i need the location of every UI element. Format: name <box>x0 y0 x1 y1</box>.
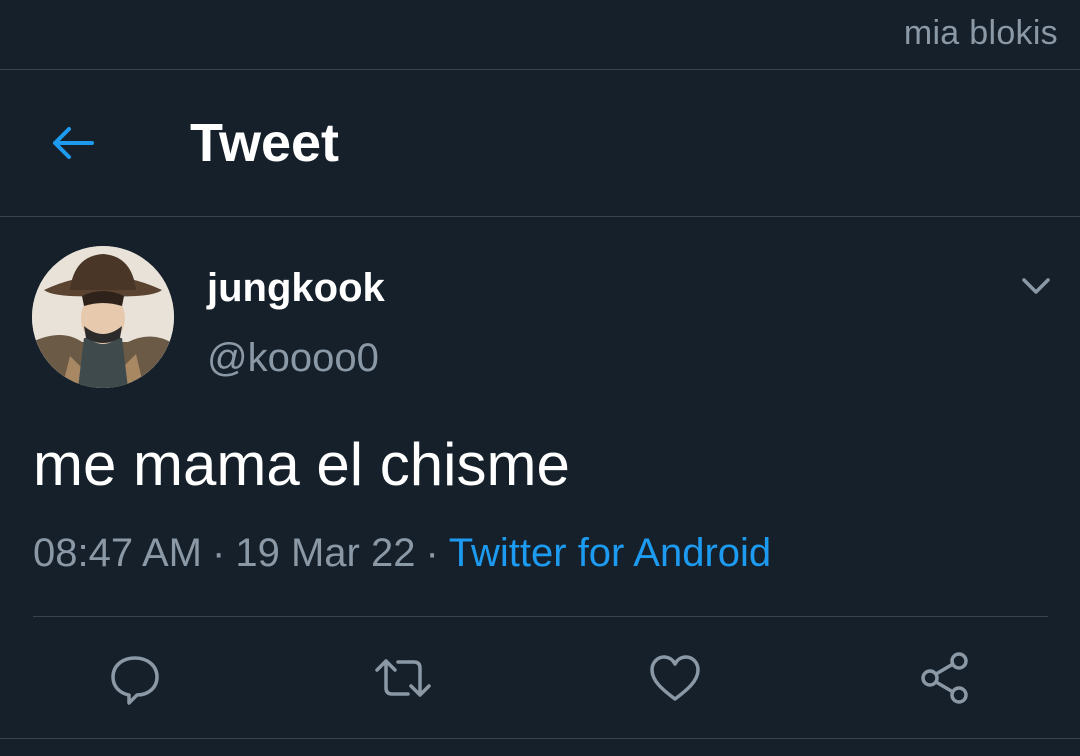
like-icon <box>650 655 700 701</box>
share-button[interactable] <box>915 648 975 708</box>
back-button[interactable] <box>46 118 100 168</box>
arrow-left-icon <box>53 127 94 159</box>
meta-separator: · <box>425 531 439 575</box>
profile-photo-icon <box>32 246 174 388</box>
tweet-text: me mama el chisme <box>33 431 570 498</box>
actions-divider <box>33 616 1048 617</box>
like-button[interactable] <box>645 648 705 708</box>
share-icon <box>921 652 968 704</box>
watermark-text: mia blokis <box>903 14 1058 52</box>
more-options-button[interactable] <box>1014 266 1058 306</box>
header-bar: Tweet <box>0 70 1080 216</box>
page-title: Tweet <box>190 113 340 173</box>
tweet-date: 19 Mar 22 <box>235 531 416 575</box>
header-divider <box>0 216 1080 217</box>
author-handle[interactable]: @koooo0 <box>207 336 379 381</box>
bottom-divider <box>0 738 1080 739</box>
reply-button[interactable] <box>105 648 165 708</box>
retweet-icon <box>375 659 431 697</box>
meta-separator: · <box>212 531 226 575</box>
chevron-down-icon <box>1022 278 1050 294</box>
avatar[interactable] <box>32 246 174 388</box>
retweet-button[interactable] <box>373 648 433 708</box>
author-name[interactable]: jungkook <box>207 266 385 311</box>
tweet-time: 08:47 AM <box>33 531 203 575</box>
reply-icon <box>111 656 159 705</box>
tweet-source-link[interactable]: Twitter for Android <box>449 531 771 575</box>
tweet-meta: 08:47 AM · 19 Mar 22 · Twitter for Android <box>33 531 771 576</box>
